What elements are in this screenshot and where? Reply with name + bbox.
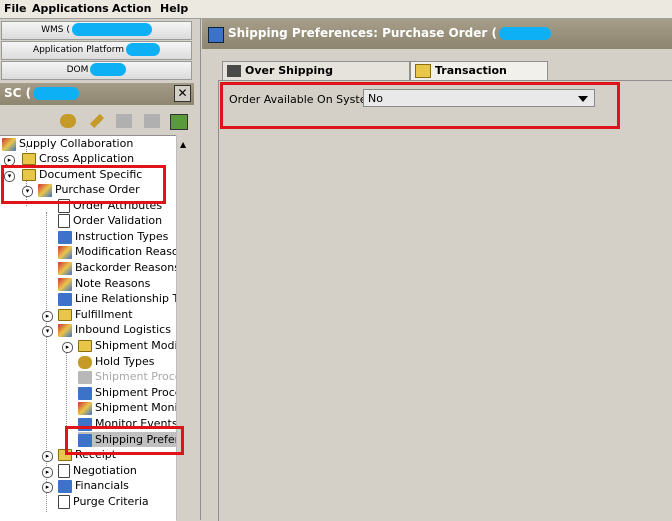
disabled-tool-icon <box>116 114 132 128</box>
app-button-label: DOM <box>66 65 89 75</box>
reasons-icon <box>58 277 72 291</box>
app-button-dom[interactable]: DOM <box>1 61 192 80</box>
panel-title: SC ( <box>4 86 80 100</box>
tree-node-negotiation[interactable]: Negotiation <box>58 463 137 478</box>
collapse-icon[interactable]: ▸ <box>42 311 53 322</box>
menu-applications[interactable]: Applications <box>32 2 109 15</box>
tab-over-shipping-preferences[interactable]: Over Shipping Preferences <box>222 61 410 95</box>
folder-icon <box>22 153 36 165</box>
tree-toolbar <box>0 107 194 133</box>
redaction-mark <box>71 23 152 36</box>
tree-node-shipment-monitor[interactable]: Shipment Monitor <box>78 400 176 415</box>
tree-node-fulfillment[interactable]: Fulfillment <box>58 307 133 322</box>
redaction-mark <box>33 87 80 100</box>
reasons-icon <box>58 261 72 275</box>
menu-help[interactable]: Help <box>160 2 188 15</box>
tree-node-order-validation[interactable]: Order Validation <box>58 213 162 228</box>
disabled-tool-icon <box>144 114 160 128</box>
export-icon[interactable] <box>170 114 188 130</box>
left-panel: WMS ( Application Platform DOM SC ( ✕ Su… <box>0 19 201 521</box>
hold-icon <box>78 355 92 369</box>
tree-node-purge-criteria[interactable]: Purge Criteria <box>58 494 149 509</box>
menu-action[interactable]: Action <box>112 2 151 15</box>
tree-scrollbar[interactable]: ▲ <box>176 135 193 520</box>
tree-node-line-relationship-type[interactable]: Line Relationship Type <box>58 291 176 306</box>
gear-icon[interactable] <box>60 114 76 128</box>
financials-icon <box>58 479 72 493</box>
tab-transaction-rules[interactable]: Transaction Rules <box>410 61 548 95</box>
redaction-mark <box>126 43 161 56</box>
shipping-icon <box>208 27 224 43</box>
book-icon <box>58 230 72 244</box>
page-title: Shipping Preferences: Purchase Order ( <box>228 26 551 40</box>
main-header: Shipping Preferences: Purchase Order ( <box>202 19 672 49</box>
redaction-mark <box>90 63 127 76</box>
relationship-icon <box>58 292 72 306</box>
hammer-icon[interactable] <box>89 113 105 129</box>
collaboration-icon <box>2 137 16 151</box>
folder-icon <box>78 340 92 352</box>
menu-file[interactable]: File <box>4 2 27 15</box>
truck-icon <box>58 323 72 337</box>
tab-content: Order Available On System No <box>218 80 672 521</box>
tree-node-instruction-types[interactable]: Instruction Types <box>58 229 168 244</box>
rules-icon <box>415 64 431 78</box>
tree-node-cross-application[interactable]: Cross Application <box>22 151 134 166</box>
scroll-up-icon[interactable]: ▲ <box>180 140 186 149</box>
tree-node-shipment-process-disabled: Shipment Process <box>78 369 176 384</box>
highlight-box <box>220 82 620 129</box>
menu-bar: File Applications Action Help <box>0 0 672 19</box>
monitor-icon <box>78 401 92 415</box>
highlight-box <box>1 165 166 204</box>
tree-node-backorder-reasons[interactable]: Backorder Reasons <box>58 260 176 275</box>
main-panel: Shipping Preferences: Purchase Order ( O… <box>202 19 672 521</box>
tree-node-shipment-process[interactable]: Shipment Process <box>78 385 176 400</box>
reasons-icon <box>58 245 72 259</box>
tree-node-financials[interactable]: Financials <box>58 478 129 493</box>
negotiation-icon <box>58 464 70 478</box>
expand-icon[interactable]: ▾ <box>42 326 53 337</box>
panel-header: SC ( ✕ <box>0 83 194 105</box>
process-icon <box>78 370 92 384</box>
app-button-wms[interactable]: WMS ( <box>1 21 192 40</box>
app-button-label: WMS ( <box>41 25 70 35</box>
tree-node-hold-types[interactable]: Hold Types <box>78 354 155 369</box>
collapse-icon[interactable]: ▸ <box>42 451 53 462</box>
tree-node-shipment-modifications[interactable]: Shipment Modifica <box>78 338 176 353</box>
tree-node-inbound-logistics[interactable]: Inbound Logistics <box>58 322 171 337</box>
close-icon[interactable]: ✕ <box>174 85 191 102</box>
folder-icon <box>58 309 72 321</box>
document-icon <box>58 495 70 509</box>
app-button-platform[interactable]: Application Platform <box>1 41 192 60</box>
highlight-box <box>65 426 184 455</box>
process-icon <box>78 386 92 400</box>
redaction-mark <box>498 27 551 40</box>
car-icon <box>227 65 241 77</box>
collapse-icon[interactable]: ▸ <box>42 482 53 493</box>
collapse-icon[interactable]: ▸ <box>62 342 73 353</box>
validation-icon <box>58 214 70 228</box>
tree-node-supply-collaboration[interactable]: Supply Collaboration <box>2 136 133 151</box>
tree-node-note-reasons[interactable]: Note Reasons <box>58 276 150 291</box>
app-button-label: Application Platform <box>32 45 125 55</box>
collapse-icon[interactable]: ▸ <box>42 467 53 478</box>
tree-node-modification-reasons[interactable]: Modification Reasons <box>58 244 176 259</box>
